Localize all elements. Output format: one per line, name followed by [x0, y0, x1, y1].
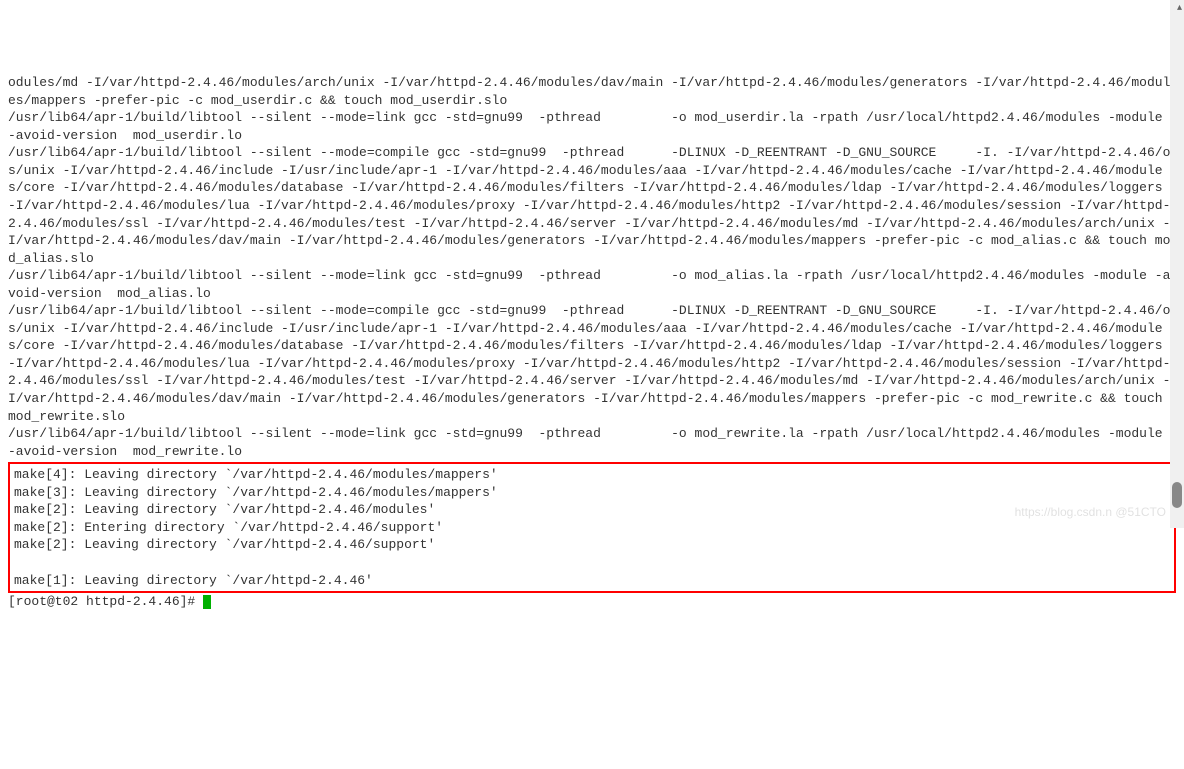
terminal-output: odules/md -I/var/httpd-2.4.46/modules/ar…	[8, 74, 1176, 610]
compile-line: odules/md -I/var/httpd-2.4.46/modules/ar…	[8, 75, 1170, 108]
compile-line: /usr/lib64/apr-1/build/libtool --silent …	[8, 110, 1170, 143]
make-line: make[3]: Leaving directory `/var/httpd-2…	[14, 485, 498, 500]
scroll-up-icon[interactable]: ▴	[1177, 2, 1182, 16]
make-line: make[4]: Leaving directory `/var/httpd-2…	[14, 467, 498, 482]
shell-prompt: [root@t02 httpd-2.4.46]#	[8, 594, 203, 609]
vertical-scrollbar[interactable]: ▴	[1170, 0, 1184, 528]
compile-line: /usr/lib64/apr-1/build/libtool --silent …	[8, 426, 1170, 459]
compile-line: /usr/lib64/apr-1/build/libtool --silent …	[8, 268, 1170, 301]
make-line: make[2]: Entering directory `/var/httpd-…	[14, 520, 443, 535]
make-line: make[2]: Leaving directory `/var/httpd-2…	[14, 537, 435, 552]
shell-prompt-line[interactable]: [root@t02 httpd-2.4.46]#	[8, 594, 211, 609]
scrollbar-thumb[interactable]	[1172, 482, 1182, 508]
make-line: make[2]: Leaving directory `/var/httpd-2…	[14, 502, 435, 517]
cursor-icon	[203, 595, 211, 609]
compile-line: /usr/lib64/apr-1/build/libtool --silent …	[8, 145, 1170, 265]
make-line: make[1]: Leaving directory `/var/httpd-2…	[14, 573, 373, 588]
compile-line: /usr/lib64/apr-1/build/libtool --silent …	[8, 303, 1170, 423]
